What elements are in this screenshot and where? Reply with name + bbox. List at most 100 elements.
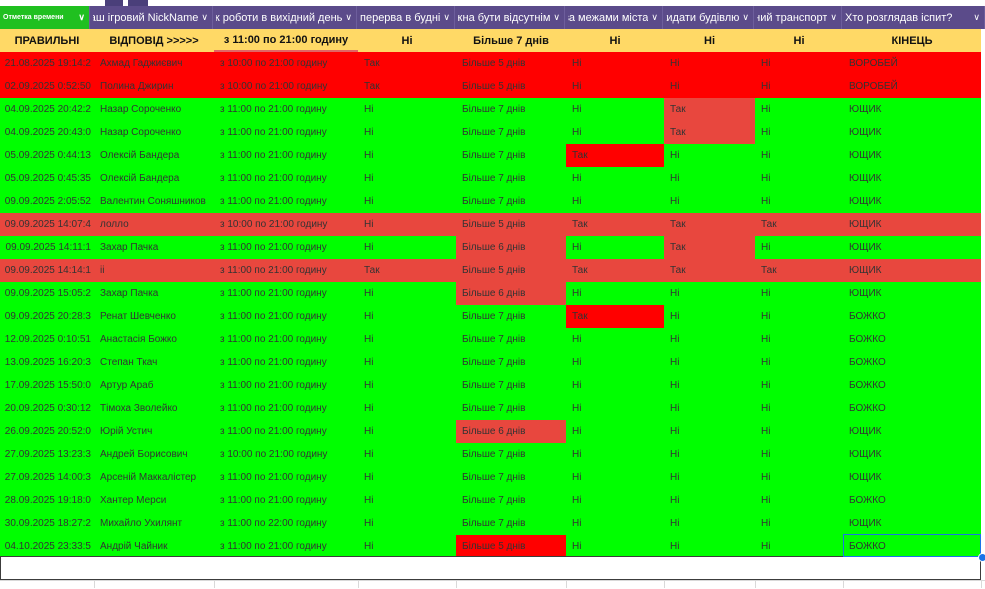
- answer-cell[interactable]: Так: [566, 259, 664, 282]
- timestamp-cell[interactable]: 28.09.2025 19:18:0: [0, 489, 94, 512]
- answer-cell[interactable]: з 11:00 по 21:00 годину: [214, 535, 358, 558]
- column-filter-4[interactable]: перерва в будні ∨: [357, 6, 455, 29]
- answer-cell[interactable]: Ні: [566, 121, 664, 144]
- answer-cell[interactable]: Ні: [664, 420, 755, 443]
- column-filter-5[interactable]: Скільки можна бути відсутнім∨: [455, 6, 565, 29]
- answer-cell[interactable]: Ні: [358, 489, 456, 512]
- answer-cell[interactable]: Більше 7 днів: [456, 374, 566, 397]
- answer-cell[interactable]: Ні: [664, 489, 755, 512]
- answer-cell[interactable]: Ні: [664, 29, 755, 52]
- timestamp-cell[interactable]: 05.09.2025 0:45:35: [0, 167, 94, 190]
- timestamp-cell[interactable]: 13.09.2025 16:20:3: [0, 351, 94, 374]
- answer-cell[interactable]: Більше 7 днів: [456, 328, 566, 351]
- nickname-cell[interactable]: Степан Ткач: [94, 351, 214, 374]
- answer-cell[interactable]: Ні: [566, 512, 664, 535]
- timestamp-cell[interactable]: 27.09.2025 14:00:3: [0, 466, 94, 489]
- answer-cell[interactable]: Ні: [566, 351, 664, 374]
- answer-cell[interactable]: з 10:00 по 21:00 годину: [214, 443, 358, 466]
- answer-cell[interactable]: Ні: [358, 190, 456, 213]
- answer-cell[interactable]: Ні: [664, 535, 755, 558]
- answer-cell[interactable]: ВОРОБЕЙ: [843, 75, 981, 98]
- column-filter-9[interactable]: Хто розглядав іспит? ∨: [842, 6, 985, 29]
- answer-cell[interactable]: КІНЕЦЬ: [843, 29, 981, 52]
- answer-cell[interactable]: з 10:00 по 21:00 годину: [214, 213, 358, 236]
- answer-cell[interactable]: Більше 6 днів: [456, 236, 566, 259]
- answer-cell[interactable]: з 11:00 по 21:00 годину: [214, 374, 358, 397]
- answer-cell[interactable]: ЮЩИК: [843, 236, 981, 259]
- timestamp-cell[interactable]: 02.09.2025 0:52:50: [0, 75, 94, 98]
- answer-cell[interactable]: Ні: [358, 535, 456, 558]
- answer-cell[interactable]: Так: [664, 121, 755, 144]
- answer-cell[interactable]: Ні: [358, 443, 456, 466]
- answer-cell[interactable]: ЮЩИК: [843, 98, 981, 121]
- column-filter-1[interactable]: Отметка времени ∨: [0, 6, 90, 29]
- nickname-cell[interactable]: Валентин Соняшников: [94, 190, 214, 213]
- answer-cell[interactable]: Ні: [755, 512, 843, 535]
- timestamp-cell[interactable]: 05.09.2025 0:44:13: [0, 144, 94, 167]
- answer-cell[interactable]: з 11:00 по 21:00 годину: [214, 167, 358, 190]
- answer-cell[interactable]: Ні: [755, 374, 843, 397]
- timestamp-cell[interactable]: 09.09.2025 14:14:1: [0, 259, 94, 282]
- answer-cell[interactable]: Ні: [664, 466, 755, 489]
- answer-cell[interactable]: Ні: [566, 98, 664, 121]
- answer-cell[interactable]: Так: [664, 98, 755, 121]
- chevron-down-icon[interactable]: ∨: [443, 12, 450, 23]
- answer-cell[interactable]: Ні: [755, 167, 843, 190]
- answer-cell[interactable]: ЮЩИК: [843, 282, 981, 305]
- answer-cell[interactable]: Ні: [566, 167, 664, 190]
- answer-cell[interactable]: Більше 7 днів: [456, 351, 566, 374]
- answer-cell[interactable]: Ні: [566, 190, 664, 213]
- answer-cell[interactable]: Ні: [358, 98, 456, 121]
- timestamp-cell[interactable]: 04.09.2025 20:43:0: [0, 121, 94, 144]
- column-filter-3[interactable]: Графік роботи в вихідний день∨: [213, 6, 357, 29]
- answer-cell[interactable]: Ні: [566, 75, 664, 98]
- answer-cell[interactable]: Ні: [566, 535, 664, 558]
- timestamp-cell[interactable]: 21.08.2025 19:14:2: [0, 52, 94, 75]
- answer-cell[interactable]: Ні: [755, 420, 843, 443]
- timestamp-cell[interactable]: 27.09.2025 13:23:3: [0, 443, 94, 466]
- nickname-cell[interactable]: Анастасія Божко: [94, 328, 214, 351]
- answer-cell[interactable]: Ні: [755, 236, 843, 259]
- answer-cell[interactable]: Більше 7 днів: [456, 98, 566, 121]
- answer-cell[interactable]: Ні: [755, 397, 843, 420]
- answer-cell[interactable]: Ні: [755, 190, 843, 213]
- answer-cell[interactable]: з 11:00 по 21:00 годину: [214, 236, 358, 259]
- answer-cell[interactable]: ЮЩИК: [843, 213, 981, 236]
- chevron-down-icon[interactable]: ∨: [201, 12, 208, 23]
- timestamp-cell[interactable]: 09.09.2025 20:28:3: [0, 305, 94, 328]
- chevron-down-icon[interactable]: ∨: [345, 12, 352, 23]
- answer-cell[interactable]: з 10:00 по 21:00 годину: [214, 75, 358, 98]
- answer-cell[interactable]: Так: [755, 259, 843, 282]
- chevron-down-icon[interactable]: ∨: [651, 12, 658, 23]
- answer-cell[interactable]: БОЖКО: [843, 374, 981, 397]
- answer-cell[interactable]: Ні: [358, 374, 456, 397]
- nickname-cell[interactable]: Назар Сороченко: [94, 98, 214, 121]
- answer-cell[interactable]: Так: [566, 305, 664, 328]
- answer-cell[interactable]: Ні: [664, 282, 755, 305]
- nickname-cell[interactable]: Андрій Чайник: [94, 535, 214, 558]
- answer-cell[interactable]: Ні: [566, 420, 664, 443]
- answer-cell[interactable]: Ні: [755, 29, 843, 52]
- answer-cell[interactable]: Ні: [358, 328, 456, 351]
- answer-cell[interactable]: Більше 5 днів: [456, 213, 566, 236]
- column-filter-7[interactable]: Чи можна покидати будівлю∨: [663, 6, 754, 29]
- answer-cell[interactable]: Ні: [664, 328, 755, 351]
- answer-cell[interactable]: Ні: [755, 282, 843, 305]
- timestamp-cell[interactable]: 20.09.2025 0:30:12: [0, 397, 94, 420]
- nickname-cell[interactable]: Тімоха Зволейко: [94, 397, 214, 420]
- answer-cell[interactable]: Ні: [566, 466, 664, 489]
- answer-cell[interactable]: Так: [664, 259, 755, 282]
- answer-cell[interactable]: Більше 5 днів: [456, 75, 566, 98]
- answer-cell[interactable]: Ні: [358, 282, 456, 305]
- answer-cell[interactable]: Ні: [566, 52, 664, 75]
- answer-cell[interactable]: БОЖКО: [843, 305, 981, 328]
- chevron-down-icon[interactable]: ∨: [973, 12, 980, 23]
- answer-cell[interactable]: з 11:00 по 21:00 годину: [214, 466, 358, 489]
- timestamp-cell[interactable]: 30.09.2025 18:27:2: [0, 512, 94, 535]
- answer-cell[interactable]: Ні: [664, 52, 755, 75]
- nickname-cell[interactable]: Захар Пачка: [94, 236, 214, 259]
- timestamp-cell[interactable]: 17.09.2025 15:50:0: [0, 374, 94, 397]
- nickname-cell[interactable]: Ренат Шевченко: [94, 305, 214, 328]
- answer-cell[interactable]: Так: [358, 75, 456, 98]
- answer-cell[interactable]: Ні: [358, 167, 456, 190]
